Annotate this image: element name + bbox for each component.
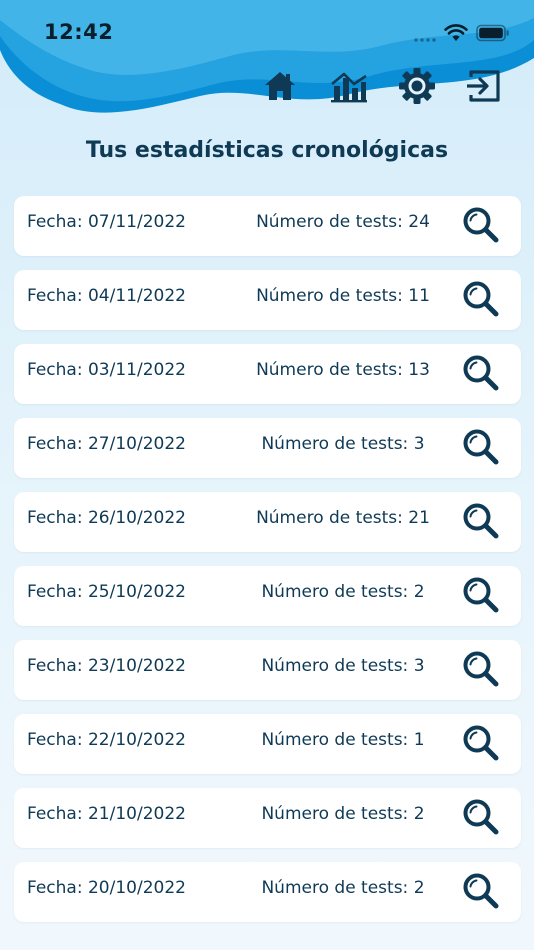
search-icon xyxy=(463,873,499,909)
record-test-count: Número de tests: 13 xyxy=(256,360,430,380)
view-details-button[interactable] xyxy=(460,500,502,542)
search-icon xyxy=(463,503,499,539)
search-icon xyxy=(463,355,499,391)
record-test-count: Número de tests: 3 xyxy=(261,434,425,454)
top-nav xyxy=(0,66,534,110)
record-test-count: Número de tests: 2 xyxy=(261,582,425,602)
record-date: Fecha: 03/11/2022 xyxy=(27,360,186,380)
stats-list: Fecha: 07/11/2022 Número de tests: 24 Fe… xyxy=(14,196,521,936)
stats-card: Fecha: 23/10/2022 Número de tests: 3 xyxy=(14,640,521,700)
stats-card: Fecha: 27/10/2022 Número de tests: 3 xyxy=(14,418,521,478)
stats-card: Fecha: 03/11/2022 Número de tests: 13 xyxy=(14,344,521,404)
logout-button[interactable] xyxy=(464,66,504,106)
search-icon xyxy=(463,799,499,835)
search-icon xyxy=(463,651,499,687)
view-details-button[interactable] xyxy=(460,870,502,912)
bar-chart-icon xyxy=(331,72,367,103)
record-test-count: Número de tests: 21 xyxy=(256,508,430,528)
view-details-button[interactable] xyxy=(460,796,502,838)
view-details-button[interactable] xyxy=(460,204,502,246)
gear-icon xyxy=(399,68,435,104)
record-date: Fecha: 21/10/2022 xyxy=(27,804,186,824)
search-icon xyxy=(463,577,499,613)
stats-button[interactable] xyxy=(329,66,369,106)
search-icon xyxy=(463,725,499,761)
record-test-count: Número de tests: 2 xyxy=(261,878,425,898)
record-test-count: Número de tests: 24 xyxy=(256,212,430,232)
view-details-button[interactable] xyxy=(460,574,502,616)
record-date: Fecha: 25/10/2022 xyxy=(27,582,186,602)
wifi-icon xyxy=(444,24,468,41)
record-date: Fecha: 27/10/2022 xyxy=(27,434,186,454)
record-date: Fecha: 26/10/2022 xyxy=(27,508,186,528)
status-time: 12:42 xyxy=(44,20,114,44)
stats-card: Fecha: 21/10/2022 Número de tests: 2 xyxy=(14,788,521,848)
view-details-button[interactable] xyxy=(460,722,502,764)
stats-card: Fecha: 26/10/2022 Número de tests: 21 xyxy=(14,492,521,552)
page-title: Tus estadísticas cronológicas xyxy=(85,138,449,163)
view-details-button[interactable] xyxy=(460,352,502,394)
stats-card: Fecha: 22/10/2022 Número de tests: 1 xyxy=(14,714,521,774)
home-icon xyxy=(265,72,295,100)
status-bar: 12:42 xyxy=(0,0,534,68)
record-test-count: Número de tests: 3 xyxy=(261,656,425,676)
search-icon xyxy=(463,429,499,465)
stats-card: Fecha: 04/11/2022 Número de tests: 11 xyxy=(14,270,521,330)
view-details-button[interactable] xyxy=(460,648,502,690)
record-date: Fecha: 07/11/2022 xyxy=(27,212,186,232)
settings-button[interactable] xyxy=(397,66,437,106)
search-icon xyxy=(463,281,499,317)
view-details-button[interactable] xyxy=(460,426,502,468)
record-test-count: Número de tests: 1 xyxy=(261,730,425,750)
record-date: Fecha: 23/10/2022 xyxy=(27,656,186,676)
stats-card: Fecha: 25/10/2022 Número de tests: 2 xyxy=(14,566,521,626)
stats-card: Fecha: 20/10/2022 Número de tests: 2 xyxy=(14,862,521,922)
stats-card: Fecha: 07/11/2022 Número de tests: 24 xyxy=(14,196,521,256)
logout-icon xyxy=(467,70,500,102)
home-button[interactable] xyxy=(260,66,300,106)
search-icon xyxy=(463,207,499,243)
record-date: Fecha: 22/10/2022 xyxy=(27,730,186,750)
record-date: Fecha: 20/10/2022 xyxy=(27,878,186,898)
record-date: Fecha: 04/11/2022 xyxy=(27,286,186,306)
battery-icon xyxy=(476,24,509,42)
signal-dots-icon xyxy=(414,38,436,42)
record-test-count: Número de tests: 11 xyxy=(256,286,430,306)
record-test-count: Número de tests: 2 xyxy=(261,804,425,824)
view-details-button[interactable] xyxy=(460,278,502,320)
